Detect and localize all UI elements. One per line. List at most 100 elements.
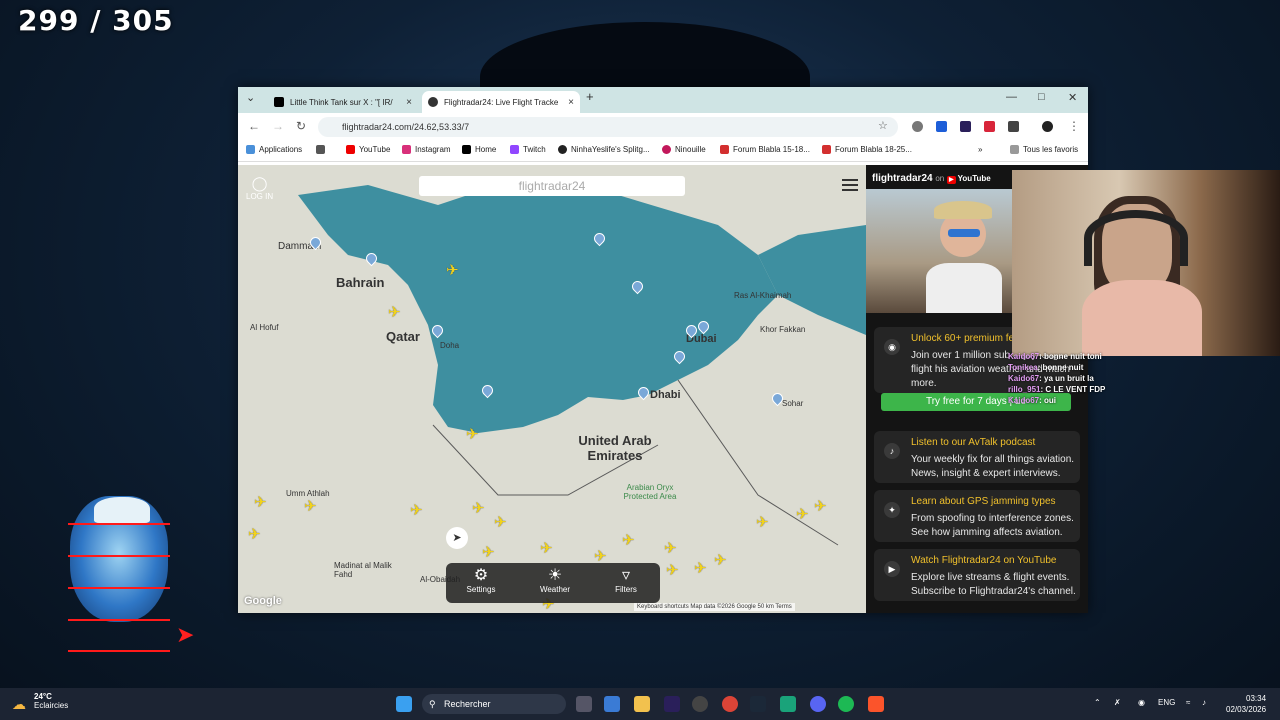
tab-label: Little Think Tank sur X : "[ ⁣IR/ xyxy=(290,97,393,107)
close-icon[interactable]: × xyxy=(568,97,574,108)
extension-icon[interactable] xyxy=(912,121,923,132)
taskbar-search[interactable]: ⚲ Rechercher xyxy=(422,694,566,714)
airplane-icon[interactable]: ✈ xyxy=(388,303,401,321)
language-indicator[interactable]: ENG xyxy=(1158,698,1175,707)
airplane-icon[interactable]: ✈ xyxy=(494,513,507,531)
airplane-icon[interactable]: ✈ xyxy=(664,539,677,557)
premiere-icon[interactable] xyxy=(664,696,680,712)
label-qatar: Qatar xyxy=(386,329,420,344)
app-icon[interactable] xyxy=(780,696,796,712)
wifi-icon[interactable]: ≈ xyxy=(1186,698,1190,707)
hamburger-menu-icon[interactable] xyxy=(842,179,858,194)
brave-icon[interactable] xyxy=(868,696,884,712)
mic-muted-icon[interactable]: ✗ xyxy=(1114,698,1121,707)
airplane-icon[interactable]: ✈ xyxy=(666,561,679,579)
locate-me-icon[interactable]: ➤ xyxy=(446,527,468,549)
bookmark-forum-15-18[interactable]: Forum Blabla 15-18... xyxy=(720,145,810,154)
minimize-button[interactable]: — xyxy=(1006,91,1017,103)
airplane-icon[interactable]: ✈ xyxy=(304,497,317,515)
close-window-button[interactable]: ✕ xyxy=(1068,91,1077,104)
extension-icon[interactable] xyxy=(984,121,995,132)
airplane-icon[interactable]: ✈ xyxy=(254,493,267,511)
filters-button[interactable]: ▿ Filters xyxy=(596,565,656,594)
spotify-icon[interactable] xyxy=(838,696,854,712)
chat-message: Kaido67: bonne nuit toni xyxy=(1008,352,1102,361)
new-tab-button[interactable]: + xyxy=(586,89,594,104)
chat-overlay: Kaido67: bonne nuit toni Tonikea: bonne … xyxy=(1008,352,1148,407)
map[interactable]: ◯ LOG IN flightradar24 Bahrain Qatar Uni… xyxy=(238,165,866,613)
tab-search-icon[interactable]: ⌄ xyxy=(246,91,255,104)
extension-icon[interactable] xyxy=(936,121,947,132)
podcast-card[interactable]: ♪ Listen to our AvTalk podcast Your week… xyxy=(874,431,1080,483)
widgets-icon[interactable] xyxy=(604,696,620,712)
weather-button[interactable]: ☀ Weather xyxy=(525,565,585,594)
bookmark-applications[interactable]: Applications xyxy=(246,145,302,154)
search-input[interactable]: flightradar24 xyxy=(419,176,685,196)
tab-flightradar[interactable]: Flightradar24: Live Flight Tracke × xyxy=(422,91,580,113)
obs-icon[interactable] xyxy=(692,696,708,712)
tab-x[interactable]: Little Think Tank sur X : "[ ⁣IR/ × xyxy=(268,91,418,113)
chrome-icon[interactable] xyxy=(722,696,738,712)
airplane-icon[interactable]: ✈ xyxy=(694,559,707,577)
bookmark-forum-18-25[interactable]: Forum Blabla 18-25... xyxy=(822,145,912,154)
bookmark-twitch[interactable]: Twitch xyxy=(510,145,546,154)
airplane-icon[interactable]: ✈ xyxy=(540,539,553,557)
clock[interactable]: 03:34 02/03/2026 xyxy=(1226,693,1266,715)
avatar[interactable] xyxy=(1042,121,1053,132)
youtube-video-thumbnail[interactable] xyxy=(866,189,1012,313)
menu-icon[interactable]: ⋮ xyxy=(1068,119,1080,133)
airplane-icon[interactable]: ✈ xyxy=(466,425,479,443)
steam-icon[interactable] xyxy=(750,696,766,712)
label-khor-fakkan: Khor Fakkan xyxy=(760,325,806,334)
discord-icon[interactable] xyxy=(810,696,826,712)
airplane-icon[interactable]: ✈ xyxy=(482,543,495,561)
iceberg-level-line xyxy=(68,555,170,557)
airplane-icon[interactable]: ✈ xyxy=(410,501,423,519)
sidebar-header: flightradar24 on YouTube xyxy=(872,173,991,184)
tray-chevron-icon[interactable]: ⌃ xyxy=(1094,698,1101,707)
close-icon[interactable]: × xyxy=(406,97,412,108)
start-icon[interactable] xyxy=(396,696,412,712)
file-explorer-icon[interactable] xyxy=(634,696,650,712)
task-view-icon[interactable] xyxy=(576,696,592,712)
weather-icon: ☁ xyxy=(12,696,26,712)
bookmark-splitgate[interactable]: NinhaYeslife's Splitg... xyxy=(558,145,650,154)
volume-icon[interactable]: ♪ xyxy=(1202,698,1206,707)
url-field[interactable]: flightradar24.com/24.62,53.33/7 xyxy=(318,117,898,137)
chat-message: Kaido67: ya un bruit la xyxy=(1008,374,1094,383)
airplane-icon[interactable]: ✈ xyxy=(472,499,485,517)
airplane-icon[interactable]: ✈ xyxy=(714,551,727,569)
bookmark-instagram[interactable]: Instagram xyxy=(402,145,451,154)
headphones xyxy=(1084,210,1188,266)
bookmark-grid[interactable] xyxy=(316,145,325,154)
airplane-icon[interactable]: ✈ xyxy=(814,497,827,515)
instagram-icon xyxy=(402,145,411,154)
airplane-icon[interactable]: ✈ xyxy=(796,505,809,523)
maximize-button[interactable]: □ xyxy=(1038,91,1045,103)
back-button[interactable]: ← xyxy=(248,119,260,133)
airplane-icon[interactable]: ✈ xyxy=(756,513,769,531)
bookmark-ninouille[interactable]: Ninouille xyxy=(662,145,706,154)
login-button[interactable]: ◯ LOG IN xyxy=(246,175,273,201)
bookmarks-overflow-chevron-icon[interactable]: » xyxy=(978,145,982,154)
extension-icon[interactable] xyxy=(960,121,971,132)
apps-icon xyxy=(246,145,255,154)
label-ras-al-khaimah: Ras Al-Khaimah xyxy=(734,291,792,300)
weather-widget[interactable]: ☁ 24°C Eclaircies xyxy=(12,692,68,712)
forward-button[interactable]: → xyxy=(272,119,284,133)
bookmark-youtube[interactable]: YouTube xyxy=(346,145,390,154)
puzzle-icon[interactable] xyxy=(1008,121,1019,132)
chat-message: Kaido67: oui xyxy=(1008,396,1057,405)
youtube-card[interactable]: ▶ Watch Flightradar24 on YouTube Explore… xyxy=(874,549,1080,601)
microphone-icon[interactable]: ◉ xyxy=(1138,698,1145,707)
airplane-icon[interactable]: ✈ xyxy=(622,531,635,549)
bookmark-home[interactable]: Home xyxy=(462,145,496,154)
airplane-icon[interactable]: ✈ xyxy=(248,525,261,543)
chat-message: rillo_951: C LE VENT FDP xyxy=(1008,385,1106,394)
airplane-icon[interactable]: ✈ xyxy=(446,261,459,279)
bookmark-star-icon[interactable]: ☆ xyxy=(878,119,888,132)
bookmark-all-favorites[interactable]: Tous les favoris xyxy=(1010,145,1078,154)
settings-button[interactable]: ⚙ Settings xyxy=(451,565,511,594)
reload-button[interactable]: ↻ xyxy=(296,119,306,133)
gps-jamming-card[interactable]: ✦ Learn about GPS jamming types From spo… xyxy=(874,490,1080,542)
